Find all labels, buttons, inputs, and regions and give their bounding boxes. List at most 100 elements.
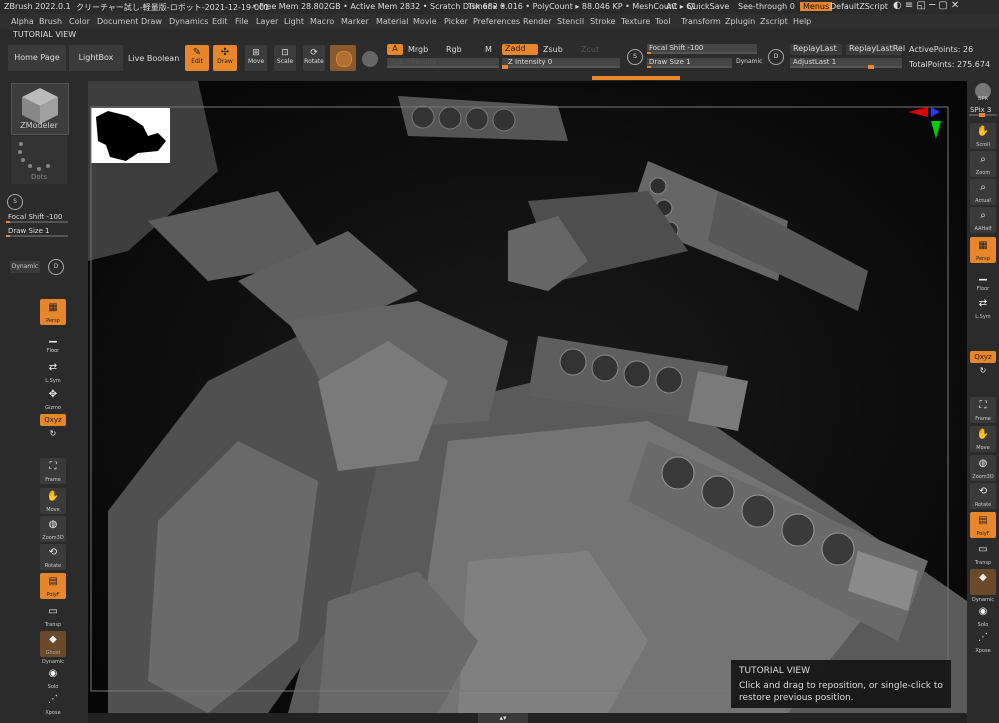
home-page-button[interactable]: Home Page — [8, 45, 66, 71]
right-ghost-button[interactable]: ◆ — [970, 569, 996, 595]
left-xpose-button[interactable]: ⋰ Xpose — [40, 691, 66, 717]
left-gizmo-button[interactable]: ✥ Gizmo — [40, 386, 66, 412]
canvas-viewport[interactable] — [88, 81, 967, 713]
menu-stencil[interactable]: Stencil — [557, 17, 584, 26]
z-intensity-slider[interactable]: Z Intensity 0 — [502, 58, 620, 69]
focal-shift-icon[interactable]: S — [627, 49, 643, 65]
left-frame-button[interactable]: ⛶ Frame — [40, 458, 66, 484]
lightbox-button[interactable]: LightBox — [69, 45, 123, 71]
replay-last-rel-button[interactable]: ReplayLastRel — [846, 44, 905, 55]
dynamic-toggle[interactable]: Dynamic — [736, 58, 762, 65]
right-scroll-button[interactable]: ✋ Scroll — [970, 123, 996, 149]
menu-zscript[interactable]: Zscript — [760, 17, 788, 26]
edit-button[interactable]: ✎ Edit — [185, 45, 209, 71]
z-intensity-knob[interactable] — [502, 65, 508, 69]
right-solo-button[interactable]: ◉ Solo — [970, 603, 996, 629]
left-move-button[interactable]: ✋ Move — [40, 488, 66, 514]
right-qxyz-button[interactable]: Qxyz — [970, 351, 996, 363]
right-floor-button[interactable]: ▁ Floor — [970, 267, 996, 293]
left-transp-button[interactable]: ▭ Transp — [40, 603, 66, 629]
menu-file[interactable]: File — [235, 17, 248, 26]
menu-movie[interactable]: Movie — [413, 17, 437, 26]
lazy-mouse-left-icon[interactable]: D — [48, 259, 64, 275]
spix-knob[interactable] — [979, 113, 985, 117]
dynamic-left-toggle[interactable]: Dynamic — [10, 261, 40, 273]
right-zoom3d-button[interactable]: ◍ Zoom3D — [970, 455, 996, 481]
menu-picker[interactable]: Picker — [444, 17, 468, 26]
menu-stroke[interactable]: Stroke — [590, 17, 616, 26]
menu-help[interactable]: Help — [793, 17, 811, 26]
mrgb-toggle[interactable]: Mrgb — [408, 45, 428, 54]
right-rotate-button[interactable]: ⟲ Rotate — [970, 483, 996, 509]
menu-light[interactable]: Light — [284, 17, 304, 26]
menu-macro[interactable]: Macro — [310, 17, 334, 26]
right-polyf-button[interactable]: ▤ PolyF — [970, 512, 996, 538]
right-zoom-button[interactable]: ⌕ Zoom — [970, 151, 996, 177]
right-transp-button[interactable]: ▭ Transp — [970, 541, 996, 567]
left-solo-button[interactable]: ◉ Solo — [40, 665, 66, 691]
lazy-mouse-icon[interactable]: D — [768, 49, 784, 65]
left-persp-button[interactable]: ▦ Persp — [40, 299, 66, 325]
rotate-button[interactable]: ⟳ Rotate — [303, 45, 325, 71]
menu-alpha[interactable]: Alpha — [11, 17, 34, 26]
adjust-last-slider[interactable]: AdjustLast 1 — [790, 58, 902, 69]
zcut-toggle[interactable]: Zcut — [581, 45, 599, 54]
right-aahalf-button[interactable]: ⌕ AAHalf — [970, 207, 996, 233]
seethrough-slider[interactable]: See-through 0 — [738, 2, 795, 11]
menus-toggle[interactable]: Menus — [800, 2, 833, 11]
right-move-button[interactable]: ✋ Move — [970, 426, 996, 452]
focal-shift-left-icon[interactable]: S — [7, 194, 23, 210]
draw-size-slider[interactable]: Draw Size 1 — [647, 58, 732, 68]
right-lsym-button[interactable]: ⇄ L.Sym — [970, 295, 996, 321]
menu-texture[interactable]: Texture — [621, 17, 650, 26]
draw-button[interactable]: ✣ Draw — [213, 45, 237, 71]
right-persp-button[interactable]: ▦ Persp — [970, 237, 996, 263]
rgb-toggle[interactable]: Rgb — [446, 45, 462, 54]
menu-tool[interactable]: Tool — [655, 17, 671, 26]
color-picker-icon[interactable] — [362, 51, 378, 67]
menu-marker[interactable]: Marker — [341, 17, 369, 26]
left-ghost-button[interactable]: ◆ Ghost — [40, 631, 66, 657]
live-boolean-button[interactable]: Live Boolean — [128, 54, 179, 63]
quicksave-button[interactable]: QuickSave — [687, 2, 729, 11]
menu-render[interactable]: Render — [523, 17, 551, 26]
left-rotate-button[interactable]: ⟲ Rotate — [40, 544, 66, 570]
menu-zplugin[interactable]: Zplugin — [725, 17, 755, 26]
zsub-toggle[interactable]: Zsub — [543, 45, 563, 54]
spix-slider[interactable]: SPix 3 — [969, 106, 997, 117]
a-toggle[interactable]: A — [387, 44, 403, 55]
ac-button[interactable]: AC — [666, 2, 677, 11]
right-xpose-button[interactable]: ⋰ Xpose — [970, 629, 996, 655]
right-frame-button[interactable]: ⛶ Frame — [970, 397, 996, 423]
right-actual-button[interactable]: ⌕ Actual — [970, 179, 996, 205]
left-floor-button[interactable]: ▁ Floor — [40, 329, 66, 355]
window-controls-icon[interactable]: ◐ ≡ ◱ ─ ▢ ✕ — [893, 0, 959, 11]
shelf-toggle-arrows-icon[interactable]: ▴▾ — [478, 713, 528, 723]
menu-edit[interactable]: Edit — [212, 17, 228, 26]
focal-shift-slider[interactable]: Focal Shift -100 — [647, 44, 757, 54]
menu-preferences[interactable]: Preferences — [473, 17, 520, 26]
menu-color[interactable]: Color — [69, 17, 90, 26]
m-toggle[interactable]: M — [485, 45, 492, 54]
menu-brush[interactable]: Brush — [39, 17, 62, 26]
left-lsym-button[interactable]: ⇄ L.Sym — [40, 359, 66, 385]
material-swatch[interactable] — [330, 45, 356, 71]
menu-document[interactable]: Document — [97, 17, 138, 26]
default-zscript-button[interactable]: DefaultZScript — [830, 2, 888, 11]
move-button[interactable]: ⊞ Move — [245, 45, 267, 71]
zadd-toggle[interactable]: Zadd — [502, 44, 538, 55]
menu-draw[interactable]: Draw — [141, 17, 162, 26]
left-rotate-axis-button[interactable]: ↻ — [40, 428, 66, 442]
menu-material[interactable]: Material — [376, 17, 409, 26]
left-qxyz-button[interactable]: Qxyz — [40, 414, 66, 426]
left-polyf-button[interactable]: ▤ PolyF — [40, 573, 66, 599]
draw-size-left-slider[interactable]: Draw Size 1 — [6, 227, 68, 237]
menu-dynamics[interactable]: Dynamics — [169, 17, 208, 26]
focal-shift-left-slider[interactable]: Focal Shift -100 — [6, 213, 68, 223]
menu-layer[interactable]: Layer — [256, 17, 278, 26]
scale-button[interactable]: ⊡ Scale — [274, 45, 296, 71]
menu-transform[interactable]: Transform — [681, 17, 721, 26]
adjust-last-knob[interactable] — [868, 65, 874, 69]
toolbar-scroll-indicator[interactable] — [592, 76, 680, 80]
replay-last-button[interactable]: ReplayLast — [790, 44, 842, 55]
